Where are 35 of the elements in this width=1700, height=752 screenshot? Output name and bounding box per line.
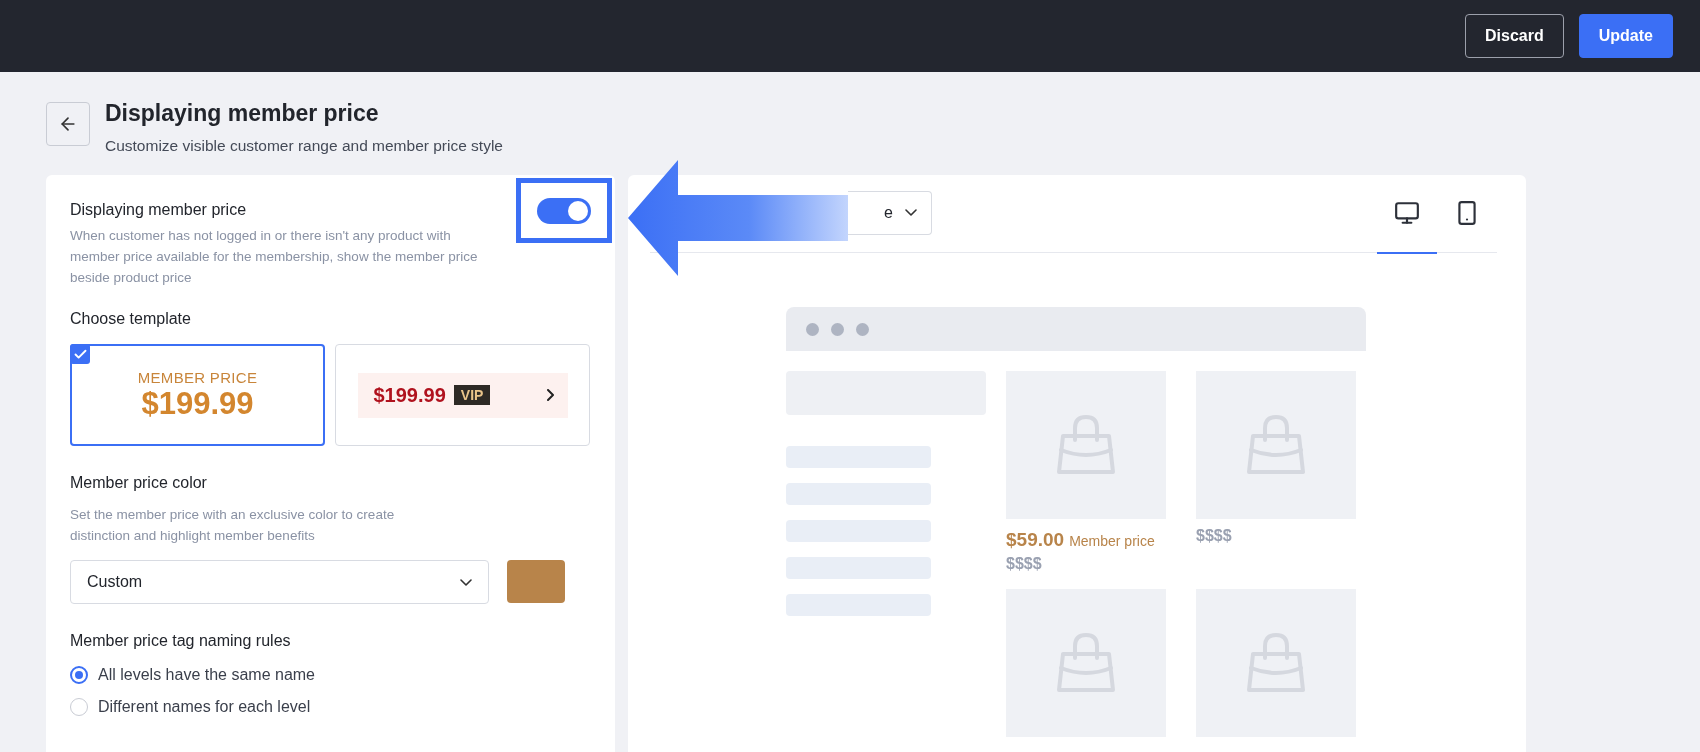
section-heading: Choose template: [70, 310, 192, 328]
page-title: Displaying member price: [105, 100, 380, 127]
section-heading: Member price color: [70, 474, 208, 492]
template-price: $199.99: [373, 383, 446, 407]
back-button[interactable]: [46, 102, 90, 146]
shopping-bag-icon: [1245, 632, 1307, 694]
member-price-label: Member price: [1069, 533, 1155, 549]
chevron-down-icon: [460, 578, 472, 586]
page-subtitle: Customize visible customer range and member price style: [105, 137, 503, 155]
setting-label: Displaying member price: [70, 201, 248, 219]
product-price: $$$$: [1006, 555, 1043, 573]
radio-button[interactable]: [70, 666, 88, 684]
product-price: $$$$: [1196, 527, 1233, 545]
monitor-icon: [1394, 200, 1420, 226]
setting-description: When customer has not logged in or there isn't any product with member price available for the membership, show the member price beside product price: [70, 227, 479, 287]
radio-label: All levels have the same name: [98, 666, 315, 684]
toggle-switch[interactable]: [537, 197, 591, 224]
member-price: $59.00: [1006, 529, 1065, 551]
shopping-bag-icon: [1055, 414, 1117, 476]
shopping-bag-icon: [1245, 414, 1307, 476]
section-description: Set the member price with an exclusive color to create distinction and highlight member benefits: [70, 506, 396, 545]
discard-button[interactable]: Discard: [1465, 14, 1564, 58]
shopping-bag-icon: [1055, 632, 1117, 694]
color-select[interactable]: Custom: [70, 560, 489, 604]
update-button[interactable]: Update: [1578, 14, 1673, 58]
section-heading: Member price tag naming rules: [70, 632, 292, 650]
chevron-down-icon: [905, 209, 917, 216]
check-icon: [70, 344, 90, 364]
template-option[interactable]: $199.99 VIP: [335, 344, 590, 446]
radio-label: Different names for each level: [98, 698, 311, 716]
template-price: $199.99: [141, 385, 254, 422]
color-swatch[interactable]: [507, 560, 565, 603]
vip-badge: VIP: [453, 385, 491, 405]
chevron-right-icon: [546, 389, 554, 401]
template-caption: MEMBER PRICE: [137, 368, 258, 386]
